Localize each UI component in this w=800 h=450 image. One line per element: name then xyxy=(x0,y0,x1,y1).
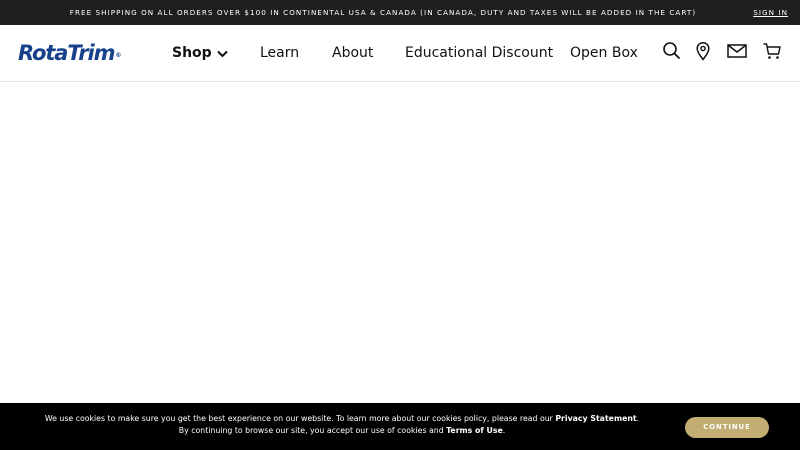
cookie-text-part-1: We use cookies to make sure you get the … xyxy=(44,414,556,423)
nav-shop-label: Shop xyxy=(172,45,212,61)
search-icon xyxy=(663,42,680,59)
free-shipping-banner: FREE SHIPPING ON ALL ORDERS OVER $100 IN… xyxy=(69,8,697,17)
cart-icon xyxy=(763,43,781,59)
nav-learn[interactable]: Learn xyxy=(260,25,299,82)
sign-in-link[interactable]: SIGN IN xyxy=(753,0,788,25)
mail-icon xyxy=(727,44,747,58)
cookie-text-part-3: . xyxy=(502,426,506,435)
chevron-down-icon xyxy=(216,50,228,58)
site-header: RotaTrim® Shop Learn About Educational D… xyxy=(0,25,800,82)
cookie-banner: We use cookies to make sure you get the … xyxy=(0,403,800,450)
search-button[interactable] xyxy=(662,41,682,61)
nav-educational-discount[interactable]: Educational Discount xyxy=(405,25,553,82)
nav-open-box[interactable]: Open Box xyxy=(570,25,638,82)
continue-button[interactable]: CONTINUE xyxy=(685,417,769,438)
announcement-bar: FREE SHIPPING ON ALL ORDERS OVER $100 IN… xyxy=(0,0,800,25)
nav-shop[interactable]: Shop xyxy=(172,25,228,82)
rotatrim-logo[interactable]: RotaTrim® xyxy=(18,41,121,65)
nav-about[interactable]: About xyxy=(332,25,373,82)
terms-of-use-link[interactable]: Terms of Use xyxy=(446,426,503,435)
main-content xyxy=(0,82,800,403)
location-icon xyxy=(696,41,710,61)
privacy-statement-link[interactable]: Privacy Statement xyxy=(555,414,636,423)
cart-button[interactable] xyxy=(762,41,782,61)
cookie-message: We use cookies to make sure you get the … xyxy=(40,413,644,437)
store-locator-button[interactable] xyxy=(694,41,714,61)
logo-text: RotaTrim xyxy=(18,41,116,65)
registered-mark: ® xyxy=(115,52,122,59)
contact-button[interactable] xyxy=(726,41,747,61)
